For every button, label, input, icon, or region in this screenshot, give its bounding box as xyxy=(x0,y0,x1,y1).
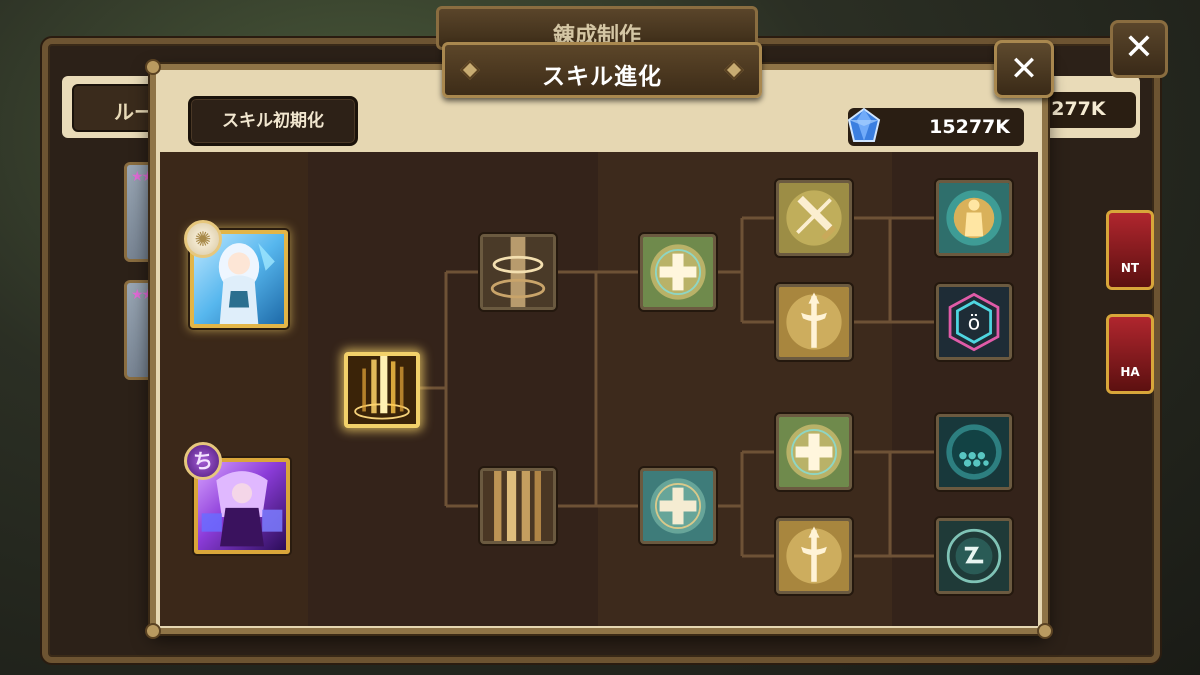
light-element-icon: ✺ xyxy=(184,220,222,258)
background-side-badge: HA xyxy=(1106,314,1154,394)
skill-node-tier3[interactable] xyxy=(776,180,852,256)
sword-skill-icon xyxy=(779,183,849,253)
skill-node-tier3[interactable] xyxy=(776,284,852,360)
bubble-shield-skill-icon xyxy=(939,417,1009,487)
trident-skill-icon xyxy=(779,287,849,357)
crystal-counter: 15277K xyxy=(847,107,1024,146)
skill-node-tier4[interactable] xyxy=(936,518,1012,594)
crystal-amount: 15277K xyxy=(929,116,1010,138)
corner-rivet xyxy=(145,623,161,639)
corner-rivet xyxy=(1037,623,1053,639)
heal-cross-skill-icon xyxy=(779,417,849,487)
trident-skill-icon xyxy=(779,521,849,591)
heal-cross-teal-skill-icon xyxy=(643,471,713,541)
skill-node-tier4[interactable] xyxy=(936,414,1012,490)
modal-title-plate: スキル進化 xyxy=(442,42,762,98)
skill-tree-connectors xyxy=(418,216,934,558)
humanoid-aura-skill-icon xyxy=(939,183,1009,253)
skill-node-tier1[interactable] xyxy=(480,234,556,310)
background-close-button[interactable]: ✕ xyxy=(1110,20,1168,78)
light-pillar-skill-icon xyxy=(348,356,416,424)
skill-node-tier1[interactable] xyxy=(480,468,556,544)
rune-seal-skill-icon xyxy=(939,521,1009,591)
skill-node-tier4[interactable] xyxy=(936,180,1012,256)
skill-reset-button[interactable]: スキル初期化 xyxy=(188,96,358,146)
dark-hexagon-skill-icon: ö xyxy=(939,287,1009,357)
background-side-badge: NT xyxy=(1106,210,1154,290)
skill-node-tier4[interactable]: ö xyxy=(936,284,1012,360)
light-beams-skill-icon xyxy=(483,471,553,541)
close-button[interactable]: ✕ xyxy=(994,40,1054,98)
light-ring-skill-icon xyxy=(483,237,553,307)
skill-node-tier2[interactable] xyxy=(640,234,716,310)
skill-tree-area: ✺ ち ö xyxy=(160,152,1038,626)
skill-node-tier2[interactable] xyxy=(640,468,716,544)
skill-node-tier3[interactable] xyxy=(776,518,852,594)
diamond-ornament-icon xyxy=(460,60,480,80)
skill-evolution-modal: スキル進化 ✕ スキル初期化 15277K ✺ ち ö xyxy=(145,40,1054,639)
corner-rivet xyxy=(145,59,161,75)
heal-cross-skill-icon xyxy=(643,237,713,307)
skill-node-root[interactable] xyxy=(344,352,420,428)
modal-title: スキル進化 xyxy=(542,64,662,90)
crystal-gem-icon xyxy=(847,107,881,142)
skill-node-tier3[interactable] xyxy=(776,414,852,490)
dark-element-icon: ち xyxy=(184,442,222,480)
diamond-ornament-icon xyxy=(724,60,744,80)
svg-text:ö: ö xyxy=(968,310,980,334)
